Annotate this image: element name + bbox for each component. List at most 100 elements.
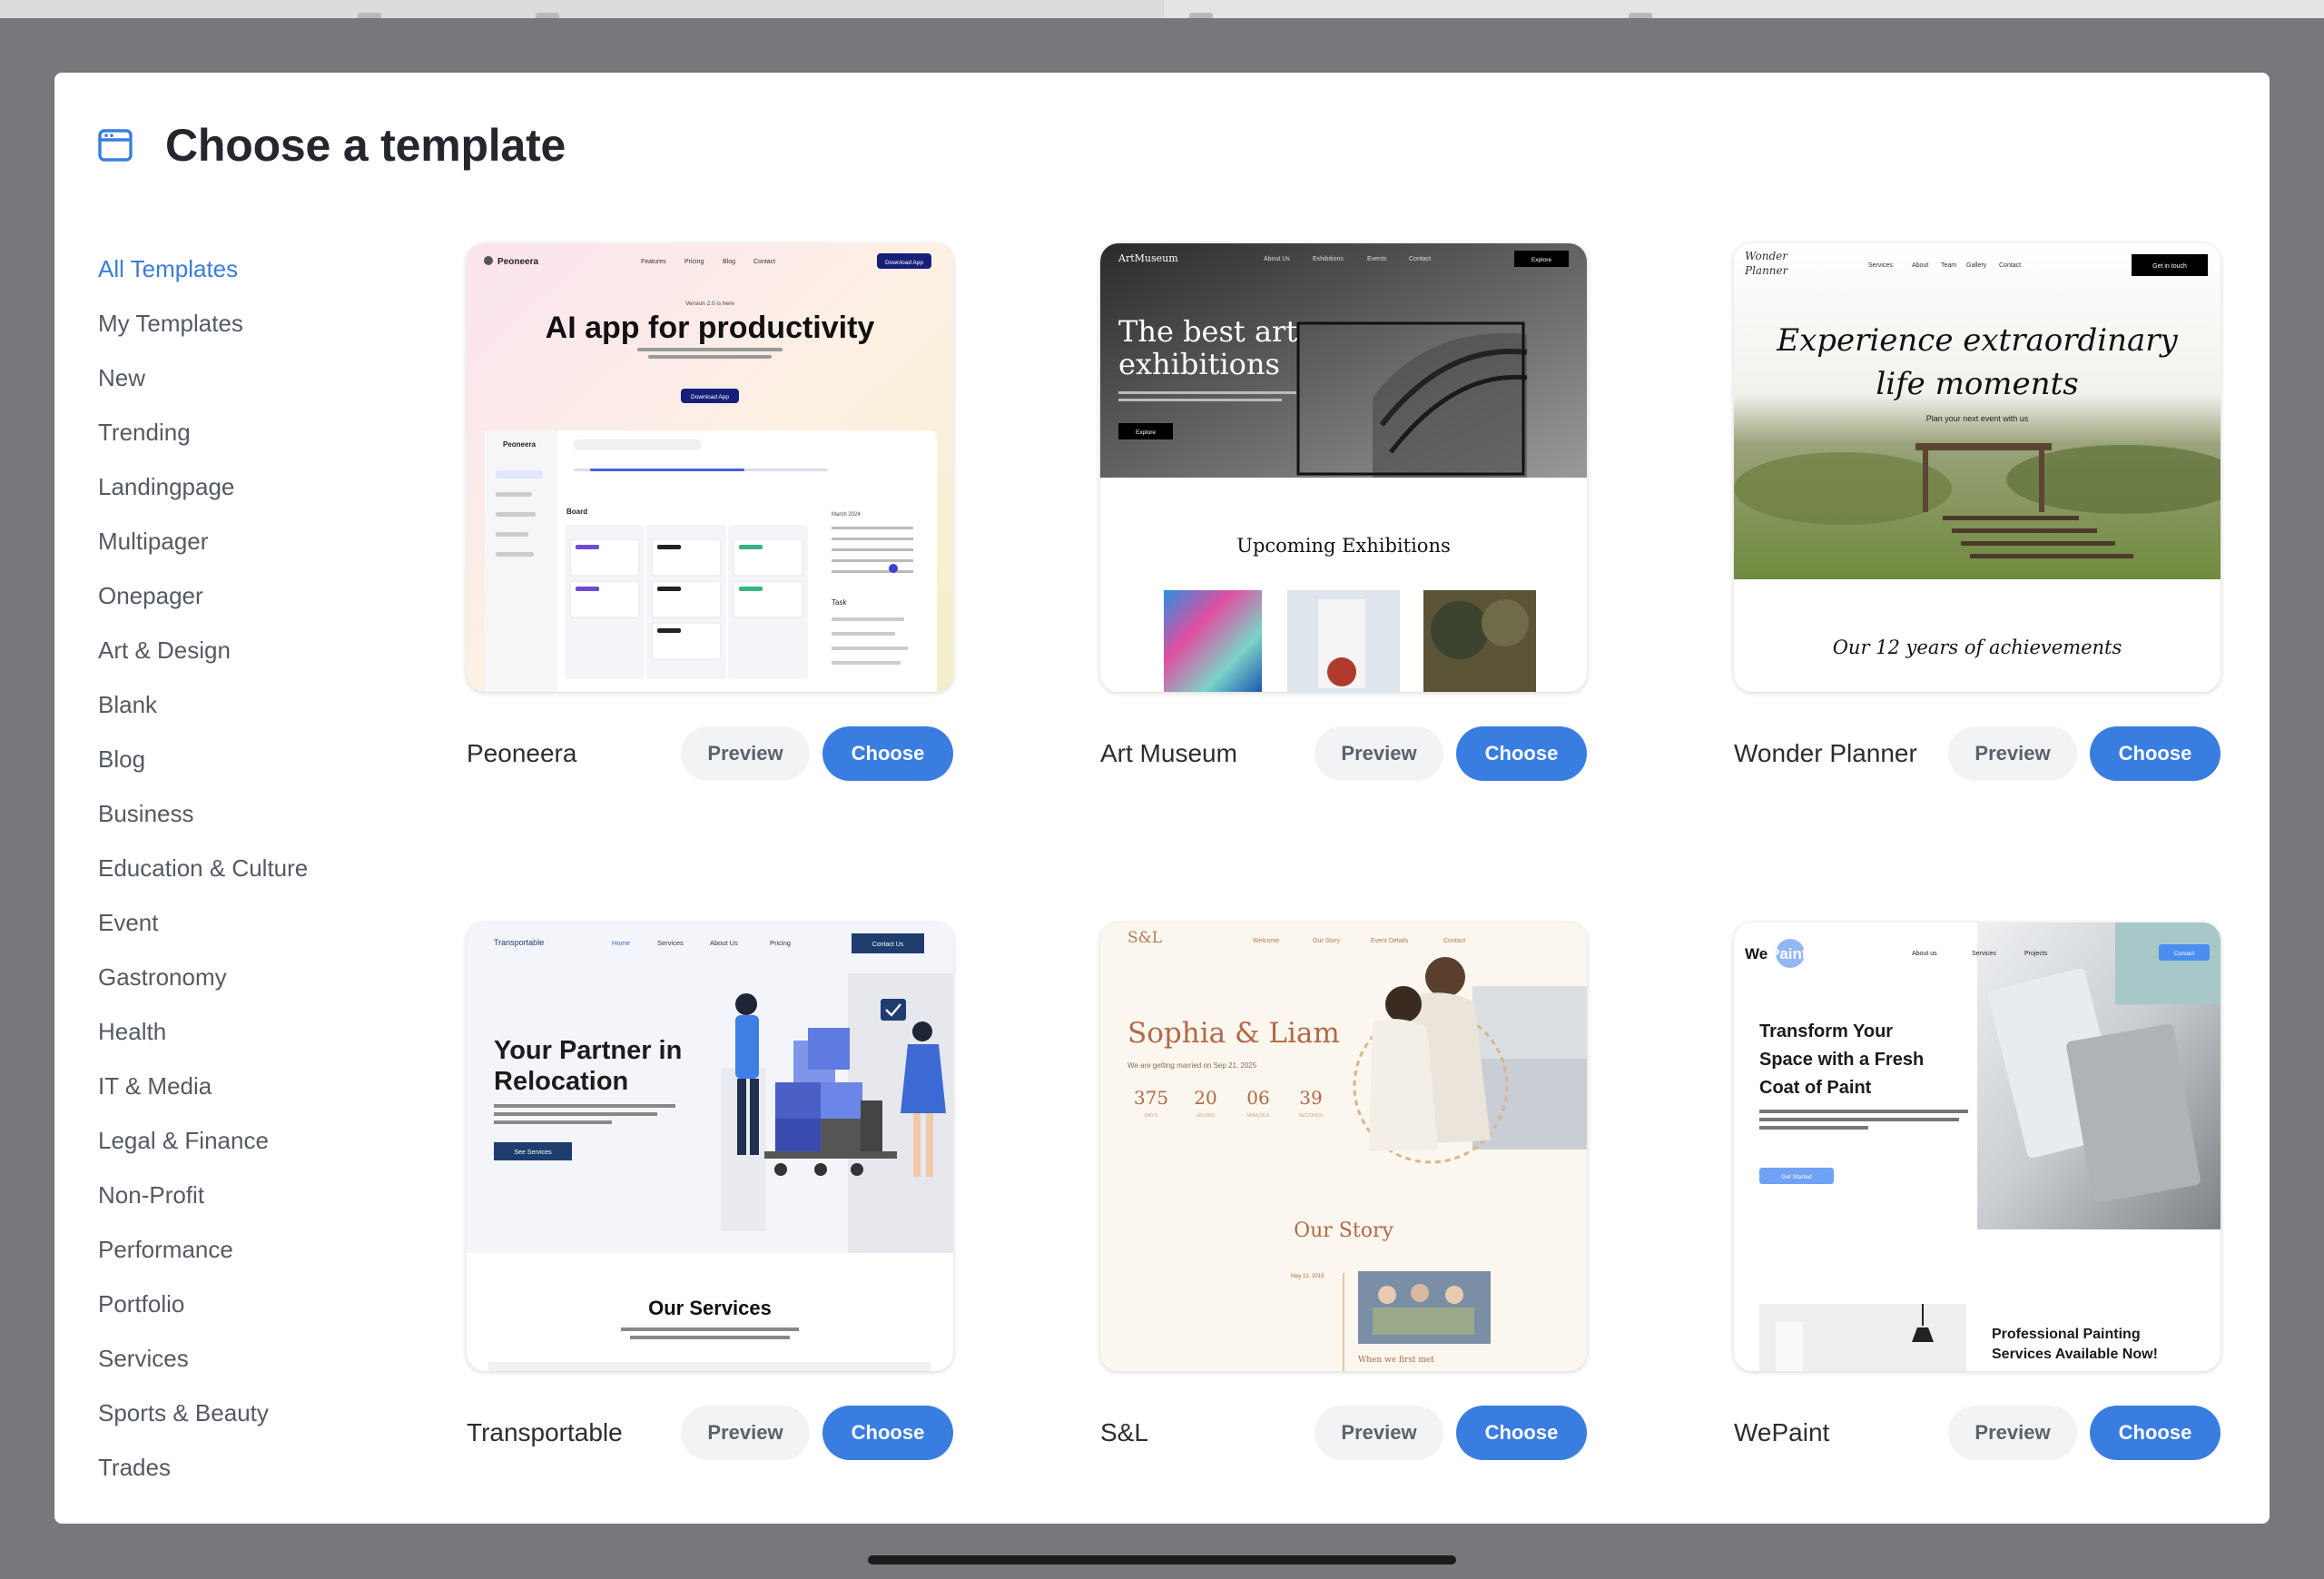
preview-button[interactable]: Preview [1948,1406,2077,1460]
preview-button[interactable]: Preview [1948,726,2077,781]
svg-text:Projects: Projects [2024,951,2048,957]
svg-text:DAYS: DAYS [1145,1113,1158,1119]
choose-button[interactable]: Choose [2090,726,2221,781]
svg-text:About us: About us [1912,951,1937,957]
choose-button[interactable]: Choose [2090,1406,2221,1460]
svg-text:Contact: Contact [753,259,775,265]
choose-button[interactable]: Choose [1456,726,1587,781]
wepaint-headline: Transform Your [1759,1021,1893,1041]
svg-text:Event Details: Event Details [1371,938,1409,944]
peoneera-headline: AI app for productivity [546,311,875,345]
svg-text:Contact Us: Contact Us [872,942,904,948]
svg-text:life moments: life moments [1876,366,2078,402]
template-thumbnail-peoneera[interactable]: Peoneera Features Pricing Blog Contact D… [467,243,953,692]
svg-text:We: We [1745,945,1768,962]
svg-text:MINUTES: MINUTES [1247,1113,1270,1119]
background-app-left [0,0,1162,18]
svg-text:Home: Home [612,939,630,947]
svg-text:Features: Features [641,259,666,265]
sidebar-item-legal-and-finance[interactable]: Legal & Finance [98,1113,407,1168]
svg-text:Our Story: Our Story [1313,938,1340,944]
svg-text:Pricing: Pricing [770,939,791,947]
sidebar-item-new[interactable]: New [98,350,407,405]
sidebar-item-health[interactable]: Health [98,1004,407,1059]
sidebar-item-performance[interactable]: Performance [98,1222,407,1277]
svg-text:Services: Services [1868,262,1893,269]
template-thumbnail-wepaint[interactable]: We Paint About us Services Projects Cont… [1734,923,2221,1371]
svg-text:Download App: Download App [691,394,729,400]
sidebar-item-services[interactable]: Services [98,1331,407,1386]
sidebar-item-sports-and-beauty[interactable]: Sports & Beauty [98,1386,407,1440]
sidebar-item-onepager[interactable]: Onepager [98,568,407,623]
svg-text:exhibitions: exhibitions [1118,347,1280,381]
svg-text:Contact: Contact [1999,262,2021,269]
background-app-strip [0,0,2324,18]
preview-button[interactable]: Preview [1315,1406,1443,1460]
svg-text:Explore: Explore [1531,257,1551,263]
preview-button[interactable]: Preview [681,726,810,781]
sidebar-item-my-templates[interactable]: My Templates [98,296,407,350]
sidebar-item-art-and-design[interactable]: Art & Design [98,623,407,677]
template-thumbnail-wonder-planner[interactable]: Wonder Planner Services About Team Galle… [1734,243,2221,692]
svg-text:Our Story: Our Story [1294,1219,1393,1242]
svg-text:Our Services: Our Services [648,1297,772,1319]
template-name: Peoneera [467,739,577,767]
sidebar-item-it-and-media[interactable]: IT & Media [98,1059,407,1113]
sidebar-item-landingpage[interactable]: Landingpage [98,459,407,514]
template-thumbnail-s-and-l[interactable]: S&L Welcome Our Story Event Details Cont… [1100,923,1587,1371]
template-thumbnail-art-museum[interactable]: ArtMuseum About Us Exhibitions Events Co… [1100,243,1587,692]
choose-button[interactable]: Choose [822,726,953,781]
transportable-headline: Your Partner in [494,1036,682,1065]
sidebar-item-blog[interactable]: Blog [98,732,407,786]
svg-text:About Us: About Us [710,939,738,947]
svg-text:See Services: See Services [514,1150,552,1156]
svg-text:HOURS: HOURS [1196,1113,1215,1119]
svg-text:Version 2.0 is here: Version 2.0 is here [685,301,734,307]
svg-text:Space with a Fresh: Space with a Fresh [1759,1050,1924,1070]
sidebar-item-business[interactable]: Business [98,786,407,841]
svg-text:Get in touch: Get in touch [2152,263,2187,270]
choose-button[interactable]: Choose [1456,1406,1587,1460]
choose-template-modal: Choose a template All Templates My Templa… [54,73,2270,1524]
art-museum-section-title: Upcoming Exhibitions [1236,535,1451,557]
template-name: Wonder Planner [1734,739,1917,767]
sidebar-item-gastronomy[interactable]: Gastronomy [98,950,407,1004]
svg-text:S&L: S&L [1128,929,1162,947]
sidebar-item-non-profit[interactable]: Non-Profit [98,1168,407,1222]
svg-text:About: About [1912,262,1928,269]
sidebar-item-event[interactable]: Event [98,895,407,950]
category-sidebar: All Templates My Templates New Trending Land… [98,242,407,1495]
svg-text:Plan your next event with us: Plan your next event with us [1926,414,2029,423]
template-meta: S&L Preview Choose [1100,1406,1587,1460]
svg-text:SECONDS: SECONDS [1298,1113,1324,1119]
template-meta: WePaint Preview Choose [1734,1406,2221,1460]
svg-text:When we first met: When we first met [1358,1356,1434,1365]
template-thumbnail-transportable[interactable]: Transportable Home Services About Us Pri… [467,923,953,1371]
preview-button[interactable]: Preview [1315,726,1443,781]
background-app-right [1164,0,2324,18]
peoneera-preview: Peoneera Features Pricing Blog Contact D… [467,243,953,692]
svg-text:Services: Services [1972,951,1996,957]
sidebar-item-education-and-culture[interactable]: Education & Culture [98,841,407,895]
sidebar-item-portfolio[interactable]: Portfolio [98,1277,407,1331]
home-indicator[interactable] [868,1555,1456,1564]
wepaint-preview: We Paint About us Services Projects Cont… [1734,923,2221,1371]
sidebar-item-all-templates[interactable]: All Templates [98,242,407,296]
art-museum-preview: ArtMuseum About Us Exhibitions Events Co… [1100,243,1587,692]
sidebar-item-trending[interactable]: Trending [98,405,407,459]
template-meta: Wonder Planner Preview Choose [1734,726,2221,781]
svg-text:Gallery: Gallery [1966,262,1987,269]
svg-text:Coat of Paint: Coat of Paint [1759,1078,1872,1098]
sidebar-item-blank[interactable]: Blank [98,677,407,732]
wonder-planner-headline: Experience extraordinary [1776,322,2178,359]
template-meta: Transportable Preview Choose [467,1406,953,1460]
svg-text:375: 375 [1134,1087,1168,1109]
sidebar-item-multipager[interactable]: Multipager [98,514,407,568]
template-name: Transportable [467,1418,623,1446]
template-meta: Peoneera Preview Choose [467,726,953,781]
sidebar-item-trades[interactable]: Trades [98,1440,407,1495]
svg-text:Explore: Explore [1136,429,1156,436]
preview-button[interactable]: Preview [681,1406,810,1460]
svg-text:Planner: Planner [1744,264,1789,277]
choose-button[interactable]: Choose [822,1406,953,1460]
